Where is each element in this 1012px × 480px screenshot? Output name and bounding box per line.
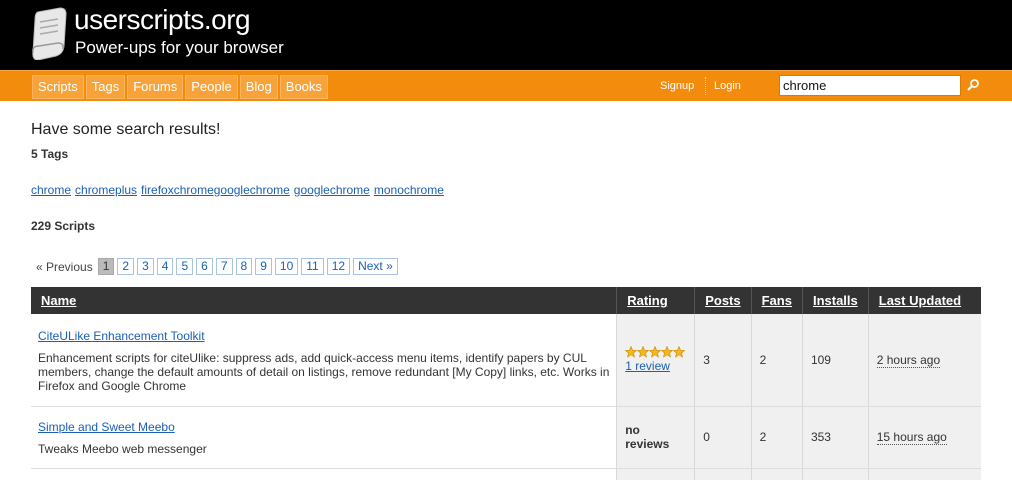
script-description: Tweaks Meebo web messenger: [38, 442, 207, 456]
column-header-installs[interactable]: Installs: [801, 287, 869, 314]
table-header-row: Name Rating Posts Fans Installs Last Upd…: [31, 287, 981, 314]
last-updated-cell: 2 hours ago: [867, 314, 981, 407]
star-icon: [649, 346, 662, 358]
star-icon: [673, 346, 686, 358]
tag-link[interactable]: firefoxchromegooglechrome: [141, 183, 290, 197]
login-link[interactable]: Login: [714, 80, 741, 92]
tag-count: 5 Tags: [31, 147, 69, 161]
site-tagline: Power-ups for your browser: [75, 38, 284, 57]
page-link[interactable]: 9: [255, 258, 272, 275]
table-row: [31, 468, 981, 480]
scroll-logo-icon[interactable]: [30, 6, 70, 60]
column-header-name[interactable]: Name: [31, 287, 617, 314]
page-link[interactable]: 10: [274, 258, 299, 275]
page-link[interactable]: 4: [156, 258, 174, 275]
table-row: CiteULike Enhancement Toolkit Enhancemen…: [31, 314, 981, 407]
previous-page-label: « Previous: [36, 259, 93, 274]
page-heading: Have some search results!: [31, 121, 221, 138]
tag-link[interactable]: monochrome: [374, 183, 444, 197]
script-title-link[interactable]: Simple and Sweet Meebo: [38, 420, 175, 434]
page-link[interactable]: 2: [117, 258, 135, 275]
no-reviews-label: no reviews: [625, 423, 670, 451]
pagination: « Previous 1 2 3 4 5 6 7 8 9 10 11 12 Ne…: [36, 258, 398, 275]
last-updated-cell: 15 hours ago: [867, 406, 981, 469]
nav-divider: [705, 77, 706, 95]
scripts-table: Name Rating Posts Fans Installs Last Upd…: [31, 287, 981, 480]
star-icon: [637, 346, 650, 358]
column-header-rating[interactable]: Rating: [616, 287, 695, 314]
script-count: 229 Scripts: [31, 219, 96, 233]
signup-link[interactable]: Signup: [660, 80, 694, 92]
nav-item-books[interactable]: Books: [279, 75, 328, 99]
page-link[interactable]: 6: [196, 258, 213, 275]
page-current: 1: [97, 258, 115, 275]
script-name-cell: [31, 468, 617, 480]
installs-cell: [801, 468, 869, 480]
last-updated-text: 15 hours ago: [876, 430, 947, 445]
nav-list: Scripts Tags Forums People Blog Books: [32, 75, 328, 99]
rating-cell: 1 review: [616, 314, 695, 407]
script-description: Enhancement scripts for citeUlike: suppr…: [38, 350, 610, 393]
tag-list: chrome chromeplus firefoxchromegooglechr…: [31, 183, 444, 197]
page-link[interactable]: 3: [137, 258, 154, 275]
posts-cell: [694, 468, 752, 480]
tag-link[interactable]: chrome: [31, 183, 71, 197]
fans-cell: 2: [750, 406, 803, 469]
rating-stars: [625, 346, 686, 358]
rating-cell: no reviews: [616, 406, 695, 469]
column-header-last-updated[interactable]: Last Updated: [867, 287, 981, 314]
posts-cell: 3: [694, 314, 752, 407]
table-row: Simple and Sweet Meebo Tweaks Meebo web …: [31, 406, 981, 469]
page-link[interactable]: 7: [215, 258, 233, 275]
nav-item-people[interactable]: People: [185, 75, 238, 99]
site-title[interactable]: userscripts.org: [74, 4, 251, 36]
search-input[interactable]: [779, 75, 961, 96]
fans-cell: 2: [750, 314, 803, 407]
tag-link[interactable]: chromeplus: [75, 183, 137, 197]
installs-cell: 353: [801, 406, 869, 469]
page-link[interactable]: 5: [176, 258, 194, 275]
review-count-link[interactable]: 1 review: [625, 359, 686, 373]
page-link[interactable]: 8: [235, 258, 253, 275]
nav-item-forums[interactable]: Forums: [127, 75, 184, 99]
tag-link[interactable]: googlechrome: [294, 183, 370, 197]
posts-cell: 0: [694, 406, 752, 469]
nav-item-tags[interactable]: Tags: [85, 75, 126, 99]
nav-item-blog[interactable]: Blog: [239, 75, 278, 99]
next-page-link[interactable]: Next »: [353, 258, 398, 275]
script-title-link[interactable]: CiteULike Enhancement Toolkit: [38, 329, 205, 343]
main-nav: Scripts Tags Forums People Blog Books Si…: [0, 70, 1012, 101]
installs-cell: 109: [801, 314, 869, 407]
nav-item-scripts[interactable]: Scripts: [32, 75, 84, 99]
script-name-cell: Simple and Sweet Meebo Tweaks Meebo web …: [31, 406, 617, 469]
last-updated-text: 2 hours ago: [876, 352, 941, 368]
star-icon: [661, 346, 674, 358]
rating-cell: [616, 468, 695, 480]
page-link[interactable]: 12: [326, 258, 351, 275]
site-header: userscripts.org Power-ups for your brows…: [0, 0, 1012, 70]
column-header-posts[interactable]: Posts: [694, 287, 752, 314]
column-header-fans[interactable]: Fans: [750, 287, 803, 314]
last-updated-cell: [867, 468, 981, 480]
script-name-cell: CiteULike Enhancement Toolkit Enhancemen…: [31, 314, 617, 407]
page-link[interactable]: 11: [301, 258, 324, 275]
search-icon[interactable]: [966, 78, 980, 92]
fans-cell: [750, 468, 803, 480]
star-icon: [625, 346, 638, 358]
